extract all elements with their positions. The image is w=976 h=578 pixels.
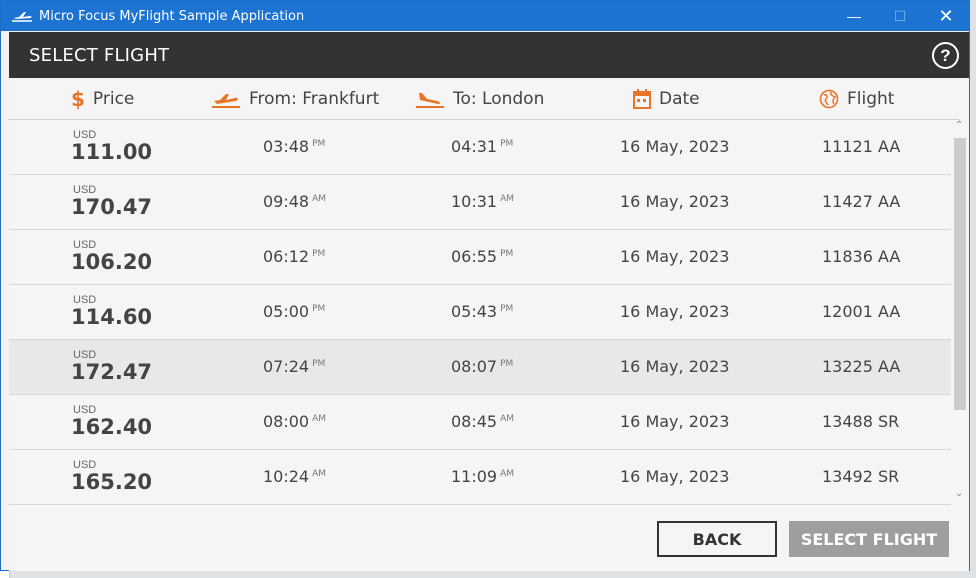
arrival-time: 10:31 AM bbox=[451, 192, 515, 211]
maximize-icon[interactable]: ☐ bbox=[877, 1, 923, 31]
column-label: Date bbox=[659, 89, 700, 109]
globe-icon bbox=[819, 89, 839, 109]
flight-row[interactable]: USD 162.40 08:00 AM 08:45 AM 16 May, 2023 … bbox=[9, 395, 951, 450]
help-icon[interactable]: ? bbox=[932, 42, 959, 69]
flight-row[interactable]: USD 165.20 10:24 AM 11:09 AM 16 May, 2023 … bbox=[9, 450, 951, 505]
dollar-icon: $ bbox=[71, 87, 85, 111]
departure-time: 07:24 PM bbox=[263, 357, 326, 376]
flight-row[interactable]: USD 170.47 09:48 AM 10:31 AM 16 May, 2023 … bbox=[9, 175, 951, 230]
flight-number: 11427 AA bbox=[822, 192, 901, 211]
price-value: 162.40 bbox=[71, 415, 153, 439]
price-value: 170.47 bbox=[71, 195, 153, 219]
page-title: SELECT FLIGHT bbox=[29, 44, 170, 66]
arrival-time: 08:07 PM bbox=[451, 357, 514, 376]
select-flight-button[interactable]: SELECT FLIGHT bbox=[789, 521, 949, 557]
price-value: 111.00 bbox=[71, 140, 153, 164]
scrollbar-thumb[interactable] bbox=[954, 138, 966, 410]
departure-time: 06:12 PM bbox=[263, 247, 326, 266]
arrival-time: 11:09 AM bbox=[451, 467, 515, 486]
column-header-price[interactable]: $ Price bbox=[71, 78, 134, 120]
flight-number: 13488 SR bbox=[822, 412, 900, 431]
landing-icon bbox=[415, 90, 445, 108]
title-bar[interactable]: Micro Focus MyFlight Sample Application … bbox=[1, 1, 969, 31]
flight-row[interactable]: USD 114.60 05:00 PM 05:43 PM 16 May, 2023 … bbox=[9, 285, 951, 340]
calendar-icon bbox=[633, 89, 651, 109]
scroll-up-icon[interactable]: ⌃ bbox=[955, 120, 963, 131]
back-button[interactable]: BACK bbox=[657, 521, 777, 557]
vertical-scrollbar[interactable]: ⌃ ⌄ bbox=[953, 120, 967, 505]
departure-time: 08:00 AM bbox=[263, 412, 327, 431]
price-value: 172.47 bbox=[71, 360, 153, 384]
flight-number: 13225 AA bbox=[822, 357, 901, 376]
column-label: To: London bbox=[453, 89, 545, 109]
airplane-app-icon bbox=[11, 9, 33, 23]
takeoff-icon bbox=[211, 90, 241, 108]
close-icon[interactable]: ✕ bbox=[923, 1, 969, 31]
flight-number: 11836 AA bbox=[822, 247, 901, 266]
flight-date: 16 May, 2023 bbox=[620, 247, 730, 266]
window-title: Micro Focus MyFlight Sample Application bbox=[39, 8, 305, 24]
flight-date: 16 May, 2023 bbox=[620, 137, 730, 156]
app-window: Micro Focus MyFlight Sample Application … bbox=[0, 0, 970, 571]
departure-time: 09:48 AM bbox=[263, 192, 327, 211]
column-header-from[interactable]: From: Frankfurt bbox=[211, 78, 379, 120]
column-label: From: Frankfurt bbox=[249, 89, 380, 109]
flight-row-selected[interactable]: USD 172.47 07:24 PM 08:07 PM 16 May, 2023 … bbox=[9, 340, 951, 395]
flight-date: 16 May, 2023 bbox=[620, 467, 730, 486]
flight-number: 11121 AA bbox=[822, 137, 901, 156]
flight-date: 16 May, 2023 bbox=[620, 412, 730, 431]
flight-table: USD 111.00 03:48 PM 04:31 PM 16 May, 2023 … bbox=[9, 120, 951, 505]
column-header-date[interactable]: Date bbox=[633, 78, 700, 120]
flight-date: 16 May, 2023 bbox=[620, 302, 730, 321]
price-value: 106.20 bbox=[71, 250, 153, 274]
column-header-to[interactable]: To: London bbox=[415, 78, 544, 120]
departure-time: 10:24 AM bbox=[263, 467, 327, 486]
column-label: Flight bbox=[847, 89, 895, 109]
flight-number: 12001 AA bbox=[822, 302, 901, 321]
price-value: 114.60 bbox=[71, 305, 153, 329]
arrival-time: 04:31 PM bbox=[451, 137, 514, 156]
flight-number: 13492 SR bbox=[822, 467, 900, 486]
flight-list-panel: $ Price From: Frankfurt To: London Date bbox=[9, 78, 969, 571]
price-value: 165.20 bbox=[71, 470, 153, 494]
arrival-time: 05:43 PM bbox=[451, 302, 514, 321]
page-header: SELECT FLIGHT ? bbox=[9, 32, 969, 78]
column-label: Price bbox=[92, 89, 135, 109]
departure-time: 03:48 PM bbox=[263, 137, 326, 156]
flight-row[interactable]: USD 111.00 03:48 PM 04:31 PM 16 May, 2023 … bbox=[9, 120, 951, 175]
flight-date: 16 May, 2023 bbox=[620, 192, 730, 211]
minimize-icon[interactable]: — bbox=[831, 1, 877, 31]
scroll-down-icon[interactable]: ⌄ bbox=[955, 488, 963, 499]
arrival-time: 06:55 PM bbox=[451, 247, 514, 266]
arrival-time: 08:45 AM bbox=[451, 412, 515, 431]
column-header-flight[interactable]: Flight bbox=[819, 78, 894, 120]
flight-date: 16 May, 2023 bbox=[620, 357, 730, 376]
flight-row[interactable]: USD 106.20 06:12 PM 06:55 PM 16 May, 2023 … bbox=[9, 230, 951, 285]
departure-time: 05:00 PM bbox=[263, 302, 326, 321]
